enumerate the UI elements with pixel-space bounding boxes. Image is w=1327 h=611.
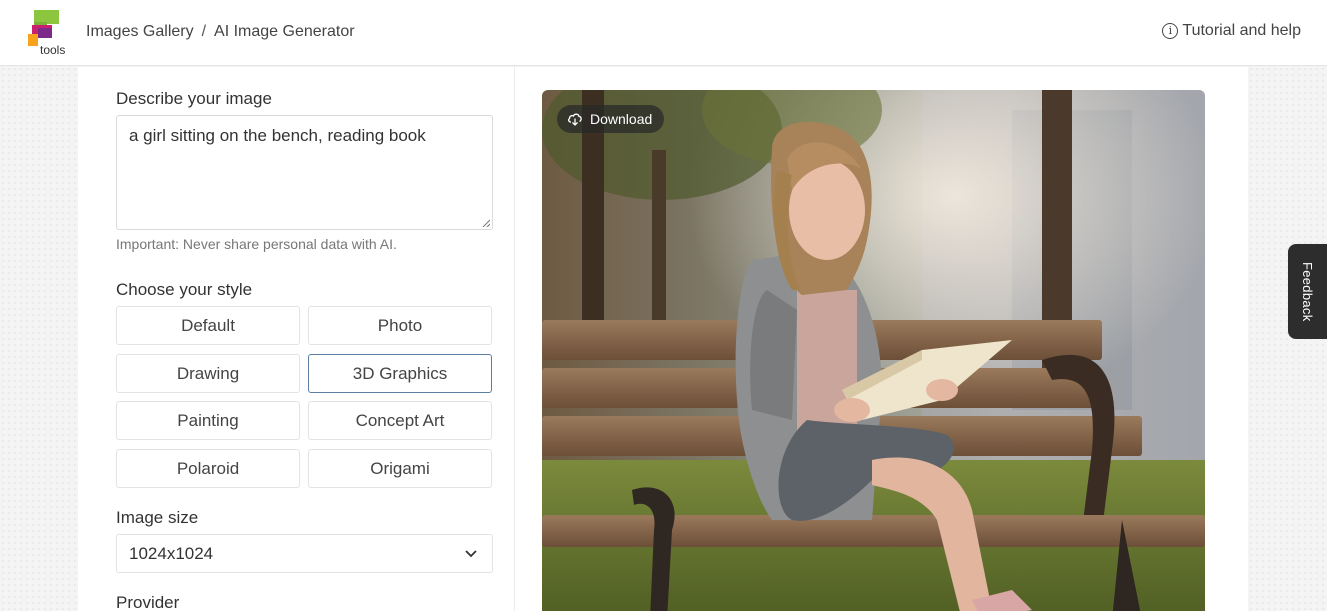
style-3d-graphics-button[interactable]: 3D Graphics (308, 354, 492, 393)
style-painting-button[interactable]: Painting (116, 401, 300, 440)
feedback-label: Feedback (1300, 261, 1315, 322)
style-label: Choose your style (116, 280, 253, 299)
style-photo-button[interactable]: Photo (308, 306, 492, 345)
logo-text: tools (40, 43, 66, 57)
describe-label: Describe your image (116, 89, 272, 108)
generator-panel: Describe your image Important: Never sha… (78, 67, 1248, 611)
tools-logo[interactable]: tools (28, 10, 70, 58)
breadcrumb-ai-image-generator: AI Image Generator (214, 23, 355, 40)
prompt-textarea[interactable] (116, 115, 493, 230)
chevron-down-icon (465, 550, 477, 558)
top-header: tools Images Gallery / AI Image Generator … (0, 0, 1327, 66)
breadcrumb-images-gallery[interactable]: Images Gallery (86, 23, 194, 40)
tutorial-help-link[interactable]: i Tutorial and help (1162, 22, 1301, 40)
download-button[interactable]: Download (557, 105, 665, 133)
settings-column: Describe your image Important: Never sha… (78, 67, 515, 611)
breadcrumb-separator: / (201, 23, 207, 40)
download-label: Download (590, 111, 653, 127)
generated-image-illustration (542, 90, 1205, 611)
style-default-button[interactable]: Default (116, 306, 300, 345)
style-drawing-button[interactable]: Drawing (116, 354, 300, 393)
resize-grip-icon[interactable] (482, 219, 490, 227)
style-origami-button[interactable]: Origami (308, 449, 492, 488)
style-concept-art-button[interactable]: Concept Art (308, 401, 492, 440)
image-size-value: 1024x1024 (129, 543, 214, 563)
image-size-select[interactable]: 1024x1024 (116, 534, 493, 573)
breadcrumb: Images Gallery / AI Image Generator (86, 23, 355, 41)
cloud-download-icon (568, 113, 582, 126)
info-icon: i (1162, 23, 1179, 39)
provider-label: Provider (116, 593, 180, 611)
privacy-hint: Important: Never share personal data wit… (116, 236, 397, 252)
generated-image: Download (542, 90, 1205, 611)
feedback-tab[interactable]: Feedback (1288, 244, 1327, 339)
style-polaroid-button[interactable]: Polaroid (116, 449, 300, 488)
tutorial-help-label: Tutorial and help (1182, 22, 1301, 39)
image-size-label: Image size (116, 508, 199, 527)
